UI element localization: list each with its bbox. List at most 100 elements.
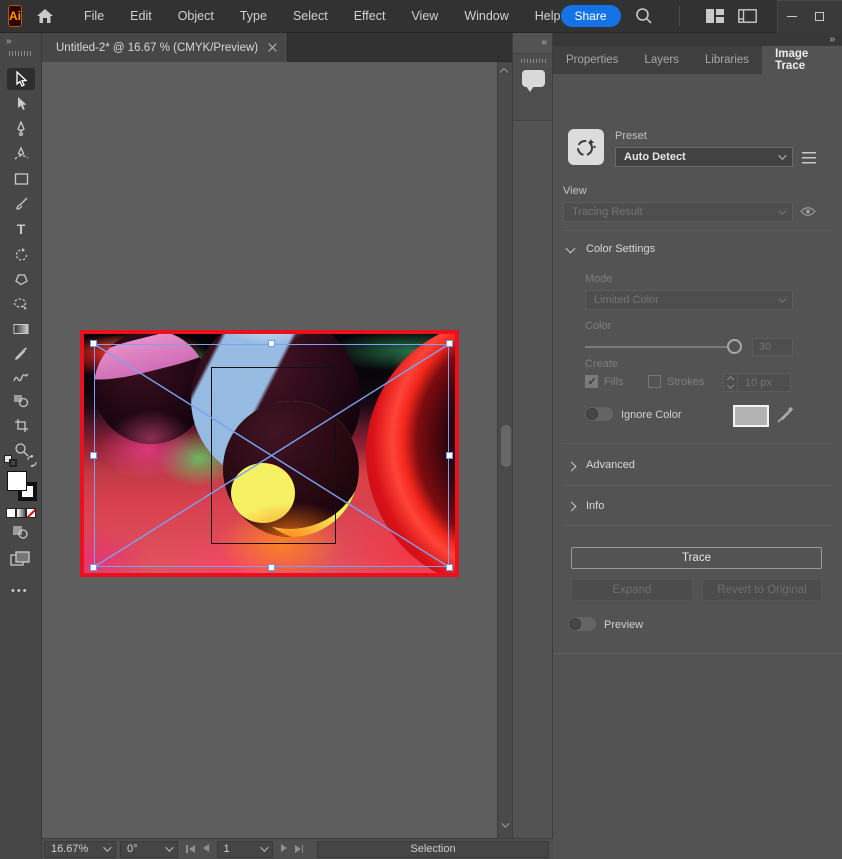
pen-tool[interactable] — [7, 118, 35, 140]
tab-properties[interactable]: Properties — [553, 46, 631, 74]
gradient-tool[interactable] — [7, 318, 35, 340]
strip-collapse-icon[interactable]: « — [541, 37, 546, 48]
vscrollbar-thumb[interactable] — [501, 425, 511, 467]
tab-layers[interactable]: Layers — [631, 46, 692, 74]
selection-handle-tl[interactable] — [90, 340, 97, 347]
fill-swatch[interactable] — [7, 471, 27, 491]
status-display[interactable]: Selection — [317, 841, 549, 858]
previous-artboard-button[interactable] — [203, 843, 209, 855]
stepper-arrows-icon[interactable] — [724, 374, 738, 391]
menu-file[interactable]: File — [84, 9, 104, 23]
comments-panel-button[interactable] — [513, 53, 552, 121]
rotation-dropdown[interactable]: 0° — [120, 841, 178, 858]
selection-handle-tm[interactable] — [268, 340, 275, 347]
drawing-modes-icon[interactable] — [12, 525, 28, 539]
placed-image[interactable] — [80, 330, 459, 577]
canvas[interactable] — [42, 62, 497, 838]
tab-image-trace[interactable]: Image Trace — [762, 46, 842, 74]
menu-window[interactable]: Window — [464, 9, 508, 23]
color-slider-track[interactable] — [585, 346, 740, 348]
none-swatch-button[interactable] — [26, 508, 36, 518]
default-fill-stroke-icon[interactable] — [4, 455, 17, 467]
type-tool[interactable]: T — [7, 218, 35, 240]
menu-help[interactable]: Help — [535, 9, 561, 23]
swap-fill-stroke-icon[interactable] — [26, 455, 38, 467]
advanced-collapse-icon[interactable] — [567, 462, 577, 472]
eyedropper-icon[interactable] — [777, 406, 794, 423]
selection-handle-bm[interactable] — [268, 564, 275, 571]
tab-close-icon[interactable] — [268, 43, 277, 52]
color-value-field[interactable]: 30 — [752, 338, 793, 356]
minimize-button[interactable] — [778, 1, 806, 33]
next-artboard-button[interactable] — [281, 843, 287, 855]
info-collapse-icon[interactable] — [567, 502, 577, 512]
document-tab[interactable]: Untitled-2* @ 16.67 % (CMYK/Preview) — [42, 33, 288, 62]
toolbar-collapse-icon[interactable]: » — [6, 36, 11, 47]
selection-handle-bl[interactable] — [90, 564, 97, 571]
selection-handle-mr[interactable] — [446, 452, 453, 459]
color-settings-collapse-icon[interactable] — [566, 244, 576, 254]
zoom-level-dropdown[interactable]: 16.67% — [44, 841, 116, 858]
menu-type[interactable]: Type — [240, 9, 267, 23]
eye-icon[interactable] — [800, 206, 816, 217]
fill-stroke-indicator[interactable] — [7, 471, 37, 501]
workspace-switcher-icon[interactable] — [738, 9, 757, 23]
shaper-tool[interactable] — [7, 366, 35, 388]
menu-view[interactable]: View — [411, 9, 438, 23]
direct-selection-tool[interactable] — [7, 93, 35, 115]
scroll-down-icon[interactable] — [501, 821, 510, 830]
mode-dropdown[interactable]: Limited Color — [585, 290, 793, 310]
preset-dropdown[interactable]: Auto Detect — [615, 147, 793, 167]
menu-effect[interactable]: Effect — [354, 9, 386, 23]
canvas-vscrollbar[interactable] — [497, 62, 512, 838]
share-button[interactable]: Share — [561, 5, 621, 27]
advanced-title[interactable]: Advanced — [586, 459, 635, 471]
eraser-tool[interactable] — [7, 268, 35, 290]
eyedropper-tool[interactable] — [7, 342, 35, 364]
color-swatch-button[interactable] — [6, 508, 16, 518]
maximize-button[interactable] — [806, 1, 834, 33]
curvature-tool[interactable] — [7, 143, 35, 165]
selection-handle-br[interactable] — [446, 564, 453, 571]
view-dropdown[interactable]: Tracing Result — [563, 202, 793, 222]
preset-menu-icon[interactable] — [802, 152, 816, 164]
toolbar-grip[interactable] — [9, 51, 33, 56]
home-button[interactable] — [36, 8, 54, 24]
search-icon[interactable] — [635, 7, 653, 25]
color-slider-knob[interactable] — [727, 339, 742, 354]
gradient-swatch-button[interactable] — [16, 508, 26, 518]
screen-mode-icon[interactable] — [10, 551, 30, 566]
paintbrush-tool[interactable] — [7, 193, 35, 215]
artboard-tool[interactable] — [7, 414, 35, 436]
artboard-number-dropdown[interactable]: 1 — [217, 841, 273, 858]
selection-tool[interactable] — [7, 68, 35, 90]
menu-select[interactable]: Select — [293, 9, 328, 23]
stroke-width-stepper[interactable]: 10 px — [723, 373, 791, 392]
rotate-tool[interactable] — [7, 243, 35, 265]
menu-edit[interactable]: Edit — [130, 9, 152, 23]
last-artboard-button[interactable] — [295, 845, 304, 853]
trace-button[interactable]: Trace — [571, 547, 822, 569]
tab-libraries[interactable]: Libraries — [692, 46, 762, 74]
strokes-checkbox[interactable] — [648, 375, 661, 388]
selection-handle-tr[interactable] — [446, 340, 453, 347]
ignore-color-toggle[interactable] — [585, 407, 613, 421]
lasso-tool[interactable] — [7, 293, 35, 315]
first-artboard-button[interactable] — [186, 845, 195, 853]
revert-to-original-button[interactable]: Revert to Original — [702, 579, 822, 601]
menu-object[interactable]: Object — [178, 9, 214, 23]
edit-toolbar-icon[interactable]: ••• — [11, 585, 29, 597]
info-title[interactable]: Info — [586, 500, 604, 512]
scroll-up-icon[interactable] — [501, 68, 510, 77]
color-settings-title[interactable]: Color Settings — [586, 243, 655, 255]
rectangle-tool[interactable] — [7, 168, 35, 190]
arrange-documents-icon[interactable] — [706, 9, 724, 23]
expand-button[interactable]: Expand — [571, 579, 693, 601]
selection-handle-ml[interactable] — [90, 452, 97, 459]
selection-bounding-box[interactable] — [94, 344, 449, 567]
panel-collapse-icon[interactable]: » — [829, 34, 834, 45]
shape-builder-tool[interactable] — [7, 390, 35, 412]
preview-toggle[interactable] — [568, 617, 596, 631]
fills-checkbox[interactable] — [585, 375, 598, 388]
close-button[interactable] — [834, 1, 842, 33]
